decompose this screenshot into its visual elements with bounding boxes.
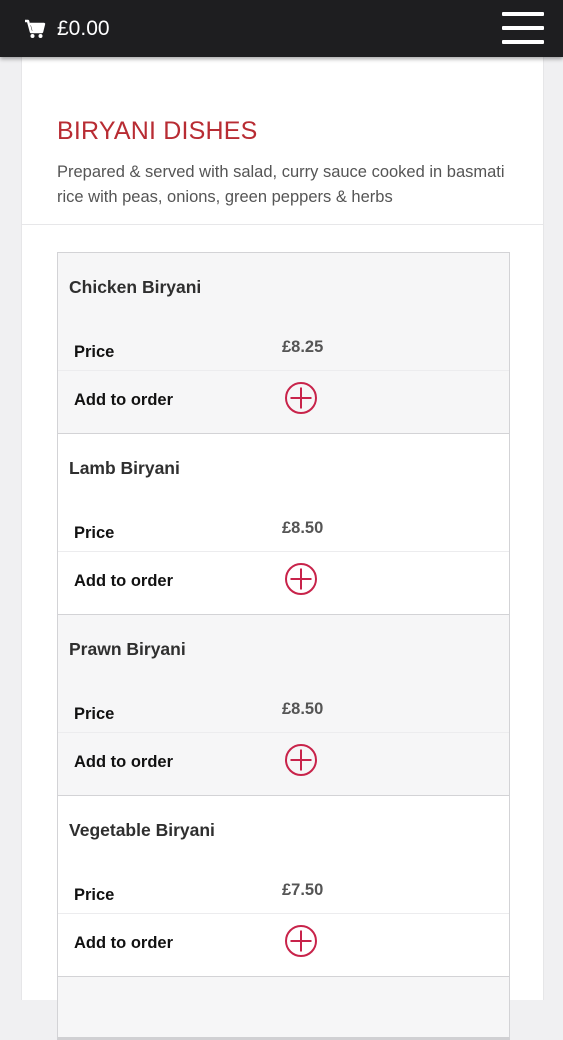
price-value: £8.50 <box>282 519 324 537</box>
dish-name: Prawn Biryani <box>69 639 186 659</box>
row-divider <box>58 913 509 914</box>
menu-line <box>502 40 544 44</box>
plus-circle-icon <box>285 744 317 776</box>
dish-name: Lamb Biryani <box>69 458 180 478</box>
add-to-order-label: Add to order <box>74 934 173 952</box>
cart-total: £0.00 <box>57 17 110 40</box>
cart-button[interactable]: £0.00 <box>24 14 110 44</box>
hamburger-menu-icon[interactable] <box>500 12 546 46</box>
menu-line <box>502 26 544 30</box>
add-to-order-label: Add to order <box>74 391 173 409</box>
add-to-order-button[interactable] <box>284 743 318 777</box>
row-divider <box>58 732 509 733</box>
price-label: Price <box>74 524 115 542</box>
plus-circle-icon <box>285 563 317 595</box>
plus-circle-icon <box>285 925 317 957</box>
add-to-order-button[interactable] <box>284 381 318 415</box>
row-divider <box>58 551 509 552</box>
menu-line <box>502 12 544 16</box>
dish-name: Vegetable Biryani <box>69 820 215 840</box>
section-title: BIRYANI DISHES <box>57 117 258 145</box>
dish-card: Chicken Biryani Price £8.25 Add to order <box>57 252 510 436</box>
price-label: Price <box>74 705 115 723</box>
dish-card: Prawn Biryani Price £8.50 Add to order <box>57 614 510 798</box>
section-divider <box>22 224 543 225</box>
dish-card: Lamb Biryani Price £8.50 Add to order <box>57 433 510 617</box>
add-to-order-button[interactable] <box>284 924 318 958</box>
price-value: £8.50 <box>282 700 324 718</box>
add-to-order-label: Add to order <box>74 753 173 771</box>
price-value: £8.25 <box>282 338 324 356</box>
dish-name: Chicken Biryani <box>69 277 202 297</box>
price-label: Price <box>74 343 115 361</box>
plus-circle-icon <box>285 382 317 414</box>
top-bar: £0.00 <box>0 0 563 57</box>
price-value: £7.50 <box>282 881 324 899</box>
dish-card-partial <box>57 976 510 1040</box>
price-label: Price <box>74 886 115 904</box>
shopping-cart-icon <box>25 19 46 38</box>
row-divider <box>58 370 509 371</box>
section-description: Prepared & served with salad, curry sauc… <box>57 163 505 206</box>
menu-section-panel: BIRYANI DISHES Prepared & served with sa… <box>21 57 544 1040</box>
add-to-order-label: Add to order <box>74 572 173 590</box>
dish-card: Vegetable Biryani Price £7.50 Add to ord… <box>57 795 510 979</box>
add-to-order-button[interactable] <box>284 562 318 596</box>
